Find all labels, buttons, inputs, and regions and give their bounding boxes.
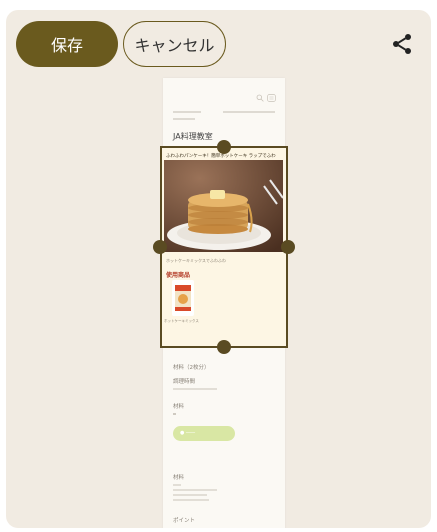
product-image	[172, 280, 194, 316]
crop-handle-right[interactable]	[281, 240, 295, 254]
menu-icon	[267, 94, 276, 102]
share-icon[interactable]	[390, 32, 414, 56]
crop-editor: 保存 キャンセル JA料理教室 材料（2枚分） 調理時間 材料 ● ─── 材料	[6, 10, 431, 528]
page-title: JA料理教室	[173, 132, 213, 141]
section-cook-time: 調理時間	[173, 379, 196, 385]
section-title: 材料	[173, 475, 185, 481]
crop-selection[interactable]: ふわふわパンケーキ！簡単ホットケーキ ラップでふわ ホットケーキミックスでふわふ…	[160, 146, 288, 348]
crop-handle-left[interactable]	[153, 240, 167, 254]
used-products-heading: 使用商品	[166, 272, 191, 279]
crop-handle-bottom[interactable]	[217, 340, 231, 354]
section-ingredients: 材料	[173, 404, 185, 410]
card-caption: ホットケーキミックスでふわふわ	[166, 258, 226, 263]
product-name: ホットケーキミックス	[164, 319, 199, 323]
pancake-photo	[164, 160, 283, 252]
search-icon	[256, 94, 264, 102]
crop-handle-top[interactable]	[217, 140, 231, 154]
save-button[interactable]: 保存	[16, 21, 118, 67]
card-headline: ふわふわパンケーキ！簡単ホットケーキ ラップでふわ	[166, 154, 276, 159]
section-servings: 材料（2枚分）	[173, 365, 210, 371]
action-pill[interactable]: ● ───	[173, 426, 235, 441]
cancel-button[interactable]: キャンセル	[123, 21, 226, 67]
section-points: ポイント	[173, 518, 196, 524]
